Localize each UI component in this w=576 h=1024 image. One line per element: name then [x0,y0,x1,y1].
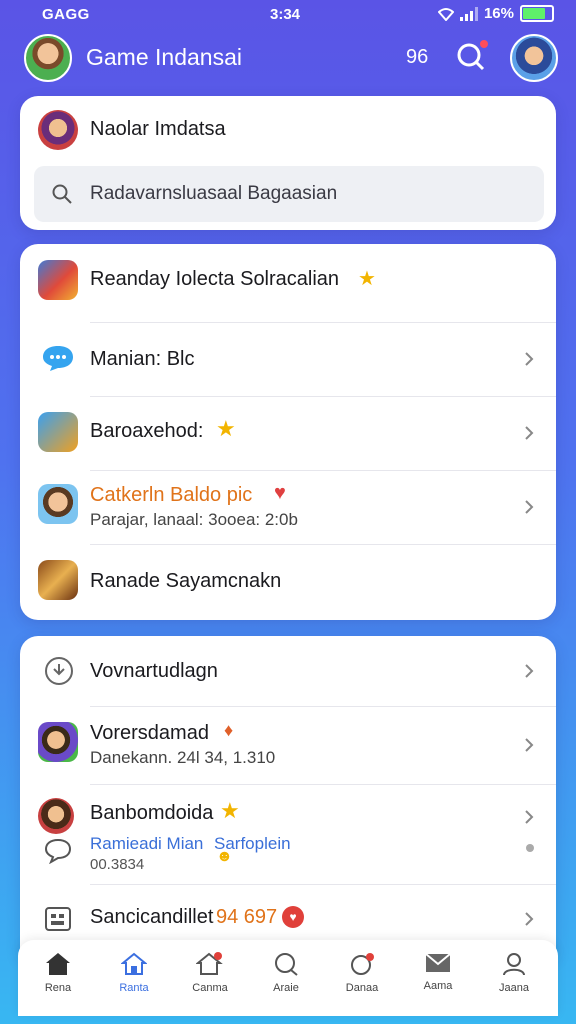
clock: 3:34 [270,6,301,23]
star-icon: ★ [220,798,240,823]
game-icon [38,260,78,300]
star-icon: ★ [358,268,376,290]
list-item[interactable]: Manian: Blc [20,322,556,396]
profile-name: Naolar Imdatsa [90,118,226,140]
mail-icon [425,953,451,972]
profile-avatar[interactable] [510,34,558,82]
profile-card: Naolar Imdatsa Radavarnsluasaal Bagaasia… [20,96,556,230]
chevron-right-icon [525,912,534,926]
tab-label: Rena [44,982,72,994]
tab-jaana[interactable]: Jaana [482,952,546,994]
message-icon [44,838,72,864]
list-item-subtitle: Parajar, lanaal: 3ooea: 2:0b [90,510,298,529]
list-item-title: Manian: Blc [90,348,195,370]
battery-percent: 16% [483,5,514,22]
star-icon: ★ [216,416,236,441]
list-item-title: Vorersdamad [90,722,209,744]
tab-aama[interactable]: Aama [406,952,470,992]
tab-label: Danaa [345,982,379,994]
header-count: 96 [406,46,429,68]
game-icon [38,560,78,600]
profile-icon [503,953,525,976]
chevron-right-icon [525,738,534,752]
flame-icon: ♦ [224,720,234,740]
tab-danaa[interactable]: Danaa [330,952,394,994]
search-icon [275,953,298,976]
download-icon [45,657,73,685]
list-item[interactable]: Catkerln Baldo pic ♥ Parajar, lanaal: 3o… [20,470,556,544]
status-dot [526,844,534,852]
notification-dot [480,40,488,48]
tab-label: Canma [192,982,228,994]
list-item-subtitle: Ramieadi Mian [90,834,204,853]
list-item-title: Baroaxehod: [90,420,204,442]
bottom-tab-bar: Rena Ranta Canma Araie Danaa Aama Jaana [18,940,558,1016]
tab-label: Araie [273,982,299,994]
chevron-right-icon [525,426,534,440]
home-outline-icon [121,952,147,975]
signal-icon [459,6,478,21]
list-item-subtitle: Danekann. 24l 34, 1.310 [90,748,276,767]
status-bar: GAGG 3:34 16% [0,0,576,30]
carrier-label: GAGG [42,6,90,23]
message-icon [43,346,73,371]
trophy-icon [38,412,78,452]
list-item-title: Reanday Iolecta Solracalian [90,268,340,290]
list-item[interactable]: Banbomdoida ★ Ramieadi Mian Sarfoplein ☻… [20,784,556,884]
heart-icon: ♥ [274,482,286,504]
home-icon [46,953,70,975]
wifi-icon [437,7,454,21]
page-title: Game Indansai [86,44,242,70]
search-placeholder: Radavarnsluasaal Bagaasian [90,183,338,204]
search-icon [52,184,72,204]
tab-araie[interactable]: Araie [254,952,318,994]
tab-ranta[interactable]: Ranta [102,952,166,994]
chevron-right-icon [525,500,534,514]
shop-icon [196,952,223,975]
calendar-icon [45,907,71,931]
game-list-card: Reanday Iolecta Solracalian ★ Manian: Bl… [20,244,556,620]
user-avatar[interactable] [24,34,72,82]
list-item[interactable]: Reanday Iolecta Solracalian ★ [20,244,556,322]
gamepad-icon [351,953,374,975]
score-badge: 94 697 [216,906,278,928]
game-icon [38,722,78,762]
battery-icon [520,5,554,22]
activity-list-card: Vovnartudlagn Vorersdamad ♦ Danekann. 24… [20,636,556,956]
status-icons: 16% [437,5,554,22]
profile-avatar-small[interactable] [38,110,78,150]
search-input[interactable]: Radavarnsluasaal Bagaasian [34,166,544,222]
chevron-right-icon [525,810,534,824]
heart-icon: ♥ [282,906,304,928]
character-avatar [38,484,78,524]
list-item-title: Banbomdoida [90,802,214,824]
chevron-right-icon [525,664,534,678]
list-item[interactable]: Vorersdamad ♦ Danekann. 24l 34, 1.310 [20,706,556,784]
tab-label: Ranta [119,982,149,994]
list-item-title: Sancicandillet [90,906,214,928]
character-avatar [38,798,74,834]
list-item-meta: 00.3834 [90,856,145,873]
tab-home[interactable]: Rena [26,952,90,994]
list-item-title: Ranade Sayamcnakn [90,570,282,592]
chevron-right-icon [525,352,534,366]
tab-label: Aama [423,980,453,992]
list-item-title: Catkerln Baldo pic [90,484,253,506]
app-header: Game Indansai 96 [0,32,576,84]
list-item[interactable]: Vovnartudlagn [20,636,556,706]
list-item[interactable]: Baroaxehod: ★ [20,396,556,470]
list-item[interactable]: Ranade Sayamcnakn [20,544,556,620]
list-item-title: Vovnartudlagn [90,660,218,682]
emoji-icon: ☻ [216,848,233,865]
tab-label: Jaana [499,982,529,994]
tab-canma[interactable]: Canma [178,952,242,994]
